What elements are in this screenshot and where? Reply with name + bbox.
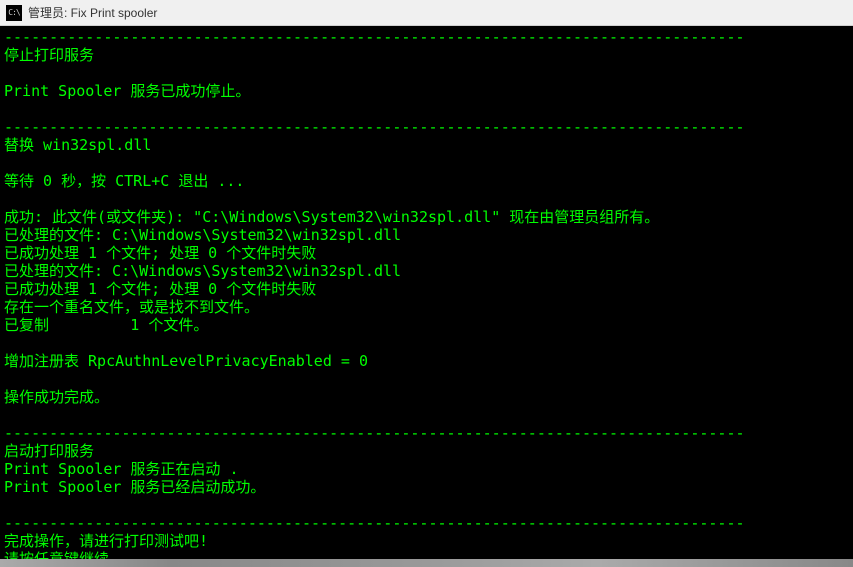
output-line: 已成功处理 1 个文件; 处理 0 个文件时失败 — [4, 280, 316, 298]
console-window: C:\ 管理员: Fix Print spooler -------------… — [0, 0, 853, 567]
output-line: 已复制 1 个文件。 — [4, 316, 208, 334]
output-line: 操作成功完成。 — [4, 388, 109, 406]
output-line: 等待 0 秒，按 CTRL+C 退出 ... — [4, 172, 244, 190]
cmd-icon: C:\ — [6, 5, 22, 21]
section-divider: ----------------------------------------… — [4, 118, 745, 136]
titlebar[interactable]: C:\ 管理员: Fix Print spooler — [0, 0, 853, 26]
window-border-bottom — [0, 559, 853, 567]
output-line: 停止打印服务 — [4, 46, 94, 64]
output-line: 已成功处理 1 个文件; 处理 0 个文件时失败 — [4, 244, 316, 262]
output-line: Print Spooler 服务已经启动成功。 — [4, 478, 265, 496]
output-line: 成功: 此文件(或文件夹): "C:\Windows\System32\win3… — [4, 208, 659, 226]
terminal-output[interactable]: ----------------------------------------… — [0, 26, 853, 559]
output-line: 启动打印服务 — [4, 442, 94, 460]
output-line: 存在一个重名文件，或是找不到文件。 — [4, 298, 259, 316]
section-divider: ----------------------------------------… — [4, 28, 745, 46]
output-line: Print Spooler 服务正在启动 . — [4, 460, 239, 478]
output-line: 已处理的文件: C:\Windows\System32\win32spl.dll — [4, 262, 401, 280]
output-line: 请按任意键继续. . . — [4, 550, 154, 559]
window-title: 管理员: Fix Print spooler — [28, 4, 157, 21]
output-line: 已处理的文件: C:\Windows\System32\win32spl.dll — [4, 226, 401, 244]
output-line: 替换 win32spl.dll — [4, 136, 151, 154]
section-divider: ----------------------------------------… — [4, 424, 745, 442]
section-divider: ----------------------------------------… — [4, 514, 745, 532]
output-line: Print Spooler 服务已成功停止。 — [4, 82, 250, 100]
output-line: 增加注册表 RpcAuthnLevelPrivacyEnabled = 0 — [4, 352, 368, 370]
output-line: 完成操作，请进行打印测试吧! — [4, 532, 208, 550]
